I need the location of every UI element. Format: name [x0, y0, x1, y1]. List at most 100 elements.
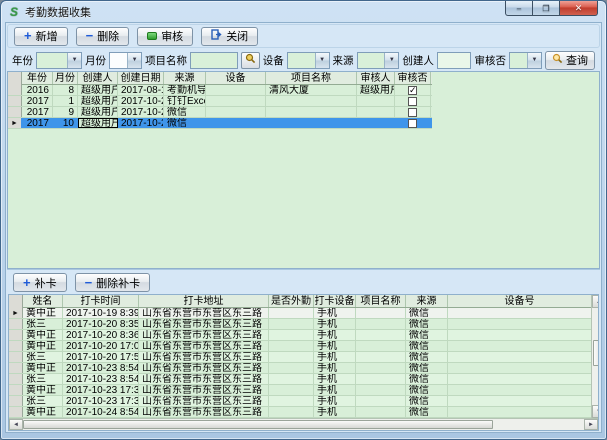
cell-creator-editing[interactable]: 超级用户 — [78, 118, 118, 128]
checkbox-icon[interactable] — [408, 97, 417, 106]
makeup-card-button[interactable]: + 补卡 — [13, 273, 67, 292]
column-header-auditor[interactable]: 审核人 — [357, 72, 395, 84]
cell-punch-device: 手机 — [314, 330, 356, 340]
minimize-button[interactable]: – — [505, 1, 533, 16]
creator-input[interactable] — [437, 52, 472, 69]
cell-punch-address: 山东省东营市东营区东三路 — [139, 330, 269, 340]
column-header-is-field-work[interactable]: 是否外勤 — [269, 295, 314, 307]
cell-month: 1 — [53, 96, 78, 106]
table-row[interactable]: 张三 2017-10-23 17:31 山东省东营市东营区东三路 手机 微信 — [9, 396, 591, 407]
table-row[interactable]: 黄中正 2017-10-20 8:36: 山东省东营市东营区东三路 手机 微信 — [9, 330, 591, 341]
makeup-card-button-label: 补卡 — [35, 275, 57, 291]
row-indicator-cell — [9, 396, 23, 406]
row-indicator-cell — [9, 363, 23, 373]
scroll-right-icon[interactable]: ► — [584, 419, 598, 430]
table-row[interactable]: 2017 9 超级用户 2017-10-25 微信 — [8, 107, 432, 118]
cell-device-no — [448, 407, 591, 417]
chevron-down-icon[interactable]: ▼ — [527, 53, 541, 68]
row-indicator-cell — [8, 107, 22, 117]
cell-name: 黄中正 — [23, 407, 63, 417]
exit-door-icon — [211, 29, 222, 43]
table-row[interactable]: 2017 1 超级用户 2017-10-25 钉钉Excel — [8, 96, 432, 107]
exit-button[interactable]: 关闭 — [201, 27, 258, 46]
cell-project — [356, 385, 406, 395]
maximize-button[interactable]: ❐ — [533, 1, 560, 16]
cell-project — [266, 107, 357, 117]
column-header-name[interactable]: 姓名 — [23, 295, 63, 307]
column-header-punch-device[interactable]: 打卡设备 — [314, 295, 356, 307]
cell-creator: 超级用户 — [78, 96, 118, 106]
checkbox-icon[interactable] — [408, 86, 417, 95]
project-lookup-button[interactable] — [241, 52, 260, 69]
horizontal-scrollbar[interactable]: ◄ ► — [9, 418, 598, 430]
vertical-scrollbar[interactable]: ▲ ▼ — [591, 295, 598, 418]
source-combobox[interactable]: ▼ — [357, 52, 400, 69]
delete-makeup-card-button-label: 删除补卡 — [96, 275, 140, 291]
column-header-creator[interactable]: 创建人 — [78, 72, 118, 84]
cell-name: 张三 — [23, 319, 63, 329]
row-indicator-cell — [8, 85, 22, 95]
device-combobox[interactable]: ▼ — [287, 52, 330, 69]
close-button[interactable]: ✕ — [560, 1, 598, 16]
cell-source: 微信 — [406, 319, 448, 329]
table-row[interactable]: 张三 2017-10-20 17:55 山东省东营市东营区东三路 手机 微信 — [9, 352, 591, 363]
chevron-down-icon[interactable]: ▼ — [67, 53, 81, 68]
checkbox-icon[interactable] — [408, 108, 417, 117]
column-header-project[interactable]: 项目名称 — [356, 295, 406, 307]
row-indicator-cell — [9, 319, 23, 329]
table-row[interactable]: 黄中正 2017-10-24 8:54: 山东省东营市东营区东三路 手机 微信 — [9, 407, 591, 418]
cell-name: 张三 — [23, 352, 63, 362]
delete-button[interactable]: − 删除 — [76, 27, 130, 46]
column-header-source[interactable]: 来源 — [164, 72, 206, 84]
audit-button[interactable]: 审核 — [137, 27, 193, 46]
cell-punch-device: 手机 — [314, 319, 356, 329]
query-button[interactable]: 查询 — [545, 51, 595, 70]
punch-records-panel: + 补卡 − 删除补卡 姓名 打卡时间 打卡地址 — [7, 269, 600, 431]
cell-device — [206, 107, 266, 117]
table-row[interactable]: 黄中正 2017-10-20 17:03 山东省东营市东营区东三路 手机 微信 — [9, 341, 591, 352]
cell-project — [356, 352, 406, 362]
vertical-scroll-thumb[interactable] — [593, 340, 598, 366]
scroll-left-icon[interactable]: ◄ — [9, 419, 23, 430]
table-row[interactable]: 黄中正 2017-10-23 17:30 山东省东营市东营区东三路 手机 微信 — [9, 385, 591, 396]
column-header-punch-time[interactable]: 打卡时间 — [63, 295, 139, 307]
chevron-down-icon[interactable]: ▼ — [127, 53, 141, 68]
table-row[interactable]: 张三 2017-10-23 8:54: 山东省东营市东营区东三路 手机 微信 — [9, 374, 591, 385]
table-row[interactable]: 黄中正 2017-10-23 8:54: 山东省东营市东营区东三路 手机 微信 — [9, 363, 591, 374]
maximize-icon: ❐ — [542, 4, 549, 13]
column-header-device-no[interactable]: 设备号 — [448, 295, 591, 307]
column-header-source[interactable]: 来源 — [406, 295, 448, 307]
table-row[interactable]: 2016 8 超级用户 2017-08-15 考勤机导出 清风大厦 超级用户 — [8, 85, 432, 96]
cell-auditor: 超级用户 — [357, 85, 395, 95]
device-combobox-value — [288, 53, 290, 68]
scroll-up-icon[interactable]: ▲ — [592, 295, 598, 308]
audited-combobox[interactable]: ▼ — [509, 52, 542, 69]
main-toolbar: + 新增 − 删除 审核 关闭 — [7, 24, 600, 48]
cell-is-field-work — [269, 385, 314, 395]
scroll-down-icon[interactable]: ▼ — [592, 405, 598, 418]
column-header-year[interactable]: 年份 — [22, 72, 53, 84]
delete-makeup-card-button[interactable]: − 删除补卡 — [75, 273, 151, 292]
checkbox-icon[interactable] — [408, 119, 417, 128]
chevron-down-icon[interactable]: ▼ — [384, 53, 398, 68]
project-name-input[interactable] — [190, 52, 238, 69]
column-header-project[interactable]: 项目名称 — [266, 72, 357, 84]
table-row[interactable]: ► 黄中正 2017-10-19 8:39: 山东省东营市东营区东三路 手机 微… — [9, 308, 591, 319]
table-row-selected[interactable]: ► 2017 10 超级用户 2017-10-25 微信 — [8, 118, 432, 129]
add-button[interactable]: + 新增 — [14, 27, 68, 46]
app-logo-icon: S — [7, 5, 21, 19]
column-header-audited[interactable]: 审核否 — [395, 72, 431, 84]
batches-header-row: 年份 月份 创建人 创建日期 来源 设备 项目名称 审核人 审核否 — [8, 72, 432, 85]
column-header-device[interactable]: 设备 — [206, 72, 266, 84]
cell-project — [356, 319, 406, 329]
column-header-punch-address[interactable]: 打卡地址 — [139, 295, 269, 307]
chevron-down-icon[interactable]: ▼ — [315, 53, 329, 68]
month-combobox[interactable]: ▼ — [109, 52, 142, 69]
cell-audited — [395, 118, 431, 128]
column-header-created-date[interactable]: 创建日期 — [118, 72, 164, 84]
column-header-month[interactable]: 月份 — [53, 72, 78, 84]
year-combobox[interactable]: ▼ — [36, 52, 82, 69]
cell-source: 钉钉Excel — [164, 96, 206, 106]
table-row[interactable]: 张三 2017-10-20 8:35: 山东省东营市东营区东三路 手机 微信 — [9, 319, 591, 330]
horizontal-scroll-thumb[interactable] — [23, 420, 493, 429]
